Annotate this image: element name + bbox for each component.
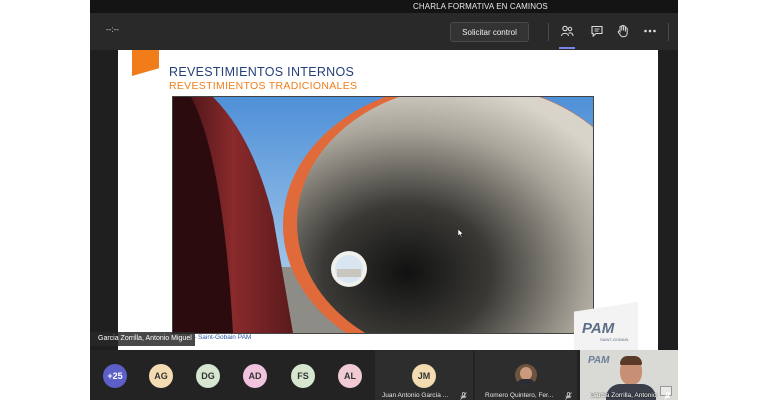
chat-icon[interactable]	[590, 24, 604, 38]
slide-subheading: REVESTIMIENTOS TRADICIONALES	[169, 80, 358, 92]
participant-avatar[interactable]: DG	[196, 364, 220, 388]
slide-heading: REVESTIMIENTOS INTERNOS	[169, 65, 355, 79]
slide-accent-shape	[132, 50, 159, 76]
participant-avatar: JM	[412, 364, 436, 388]
presenter-hair	[620, 356, 642, 365]
participant-avatar[interactable]: AL	[338, 364, 362, 388]
slide-footer: - Saint-Gobain PAM	[194, 334, 252, 341]
logo-subtext: SAINT-GOBAIN	[600, 337, 629, 342]
mic-muted-icon	[565, 392, 572, 400]
mic-muted-icon	[460, 392, 467, 400]
active-tab-indicator	[559, 47, 575, 49]
participant-tile[interactable]: Romero Quintero, Fer...	[475, 350, 577, 400]
participant-name: Romero Quintero, Fer...	[485, 392, 554, 399]
mic-muted-icon	[664, 392, 671, 400]
people-icon[interactable]	[560, 24, 574, 38]
participant-name: Juan Antonio García ...	[382, 392, 449, 399]
meeting-toolbar: --:-- Solicitar control	[90, 13, 678, 50]
participant-name: García Zorrilla, Antonio	[590, 392, 657, 399]
toolbar-divider	[668, 23, 669, 41]
meeting-window: CHARLA FORMATIVA EN CAMINOS --:-- Solici…	[90, 0, 678, 400]
title-bar: CHARLA FORMATIVA EN CAMINOS	[90, 0, 678, 13]
request-control-button[interactable]: Solicitar control	[450, 22, 529, 42]
participant-avatar[interactable]: AG	[149, 364, 173, 388]
participant-avatar[interactable]: FS	[291, 364, 315, 388]
camera-background-logo: PAM	[588, 355, 610, 366]
logo-text: PAM	[582, 320, 615, 337]
toolbar-divider	[548, 23, 549, 41]
meeting-title: CHARLA FORMATIVA EN CAMINOS	[413, 2, 548, 11]
overflow-participants-badge[interactable]: +25	[103, 364, 127, 388]
participant-avatar[interactable]: AD	[243, 364, 267, 388]
presenter-name-label: Garcia Zorrilla, Antonio Miguel	[90, 332, 195, 346]
participant-tile[interactable]: JM Juan Antonio García ...	[375, 350, 473, 400]
raise-hand-icon[interactable]	[616, 24, 630, 38]
meeting-timer: --:--	[106, 25, 119, 34]
participant-photo	[515, 364, 537, 386]
pipe-photo	[172, 96, 594, 334]
presenter-camera-tile[interactable]: PAM García Zorrilla, Antonio	[580, 350, 678, 400]
mouse-cursor-icon	[458, 229, 464, 238]
shared-slide: REVESTIMIENTOS INTERNOS REVESTIMIENTOS T…	[118, 50, 658, 350]
more-options-icon[interactable]	[643, 24, 657, 38]
